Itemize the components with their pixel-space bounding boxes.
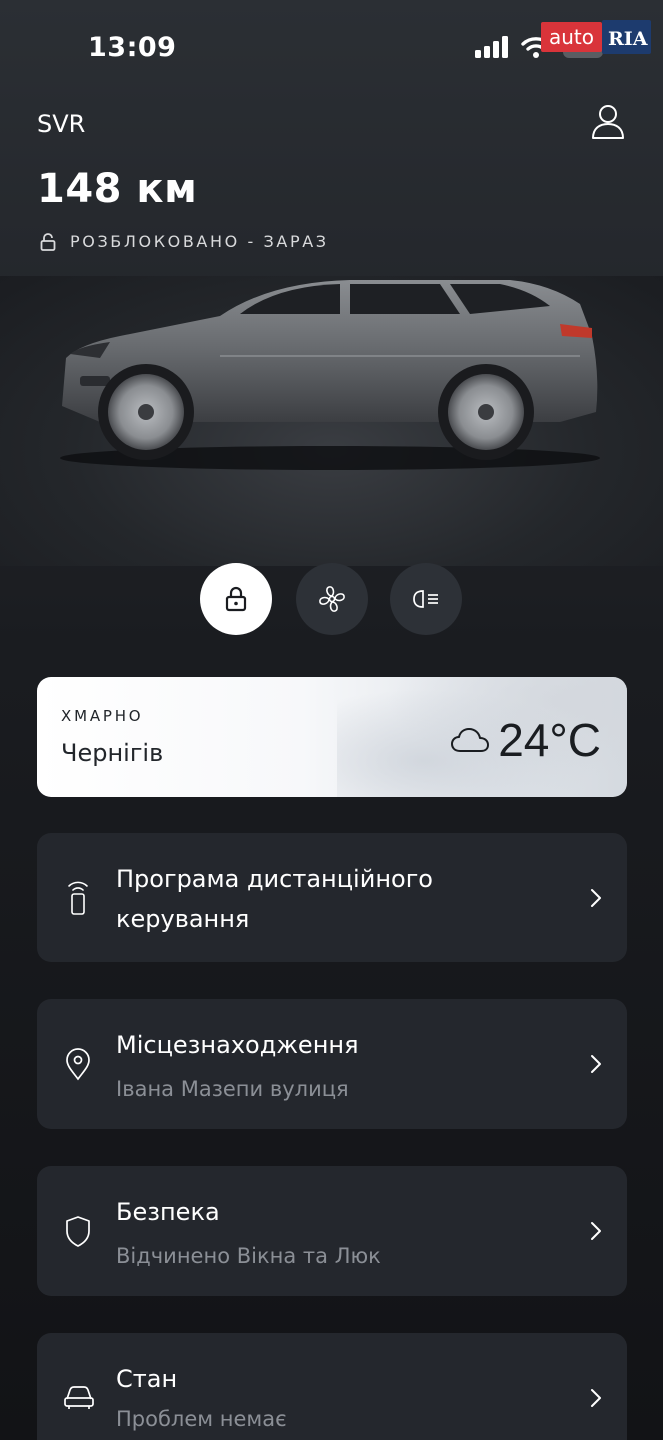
signal-icon bbox=[475, 36, 508, 58]
menu-item-title-line2: керування bbox=[116, 905, 250, 933]
watermark-auto: auto bbox=[541, 22, 603, 52]
location-pin-icon bbox=[66, 1048, 90, 1081]
range-value: 148 км bbox=[37, 166, 198, 212]
user-icon bbox=[592, 105, 624, 139]
menu-item-remote-program[interactable]: Програма дистанційного керування bbox=[37, 833, 627, 962]
menu-item-location[interactable]: Місцезнаходження Івана Мазепи вулиця bbox=[37, 999, 627, 1129]
weather-temperature: 24°C bbox=[498, 714, 601, 766]
weather-temperature-group: 24°C bbox=[450, 713, 601, 767]
status-time: 13:09 bbox=[88, 32, 177, 63]
autoria-watermark: auto RIA bbox=[541, 18, 657, 56]
weather-city: Чернігів bbox=[61, 739, 164, 767]
remote-icon bbox=[68, 881, 88, 915]
chevron-right-icon bbox=[591, 1055, 601, 1073]
menu-item-title: Місцезнаходження bbox=[116, 1031, 359, 1059]
lights-button[interactable] bbox=[390, 563, 462, 635]
chevron-right-icon bbox=[591, 1389, 601, 1407]
chevron-right-icon bbox=[591, 889, 601, 907]
chevron-right-icon bbox=[591, 1222, 601, 1240]
status-bar: 13:09 72 auto RIA bbox=[0, 0, 663, 96]
vehicle-name: SVR bbox=[37, 110, 86, 138]
menu-item-title: Стан bbox=[116, 1365, 178, 1393]
menu-item-subtitle: Івана Мазепи вулиця bbox=[116, 1077, 349, 1101]
menu-item-security[interactable]: Безпека Відчинено Вікна та Люк bbox=[37, 1166, 627, 1296]
climate-button[interactable] bbox=[296, 563, 368, 635]
car-image bbox=[60, 280, 600, 470]
menu-item-subtitle: Проблем немає bbox=[116, 1407, 287, 1431]
menu-item-subtitle: Відчинено Вікна та Люк bbox=[116, 1244, 381, 1268]
lock-status: РОЗБЛОКОВАНО - ЗАРАЗ bbox=[40, 232, 329, 251]
lock-status-text: РОЗБЛОКОВАНО - ЗАРАЗ bbox=[70, 232, 329, 251]
menu-item-status[interactable]: Стан Проблем немає bbox=[37, 1333, 627, 1440]
profile-button[interactable] bbox=[591, 104, 625, 140]
headlight-icon bbox=[413, 590, 438, 608]
car-image-area bbox=[0, 276, 663, 566]
weather-card[interactable]: ХМАРНО Чернігів 24°C bbox=[37, 677, 627, 797]
menu-item-title: Безпека bbox=[116, 1198, 220, 1226]
cloud-icon bbox=[451, 728, 490, 752]
menu-item-title: Програма дистанційного bbox=[116, 865, 433, 893]
weather-condition: ХМАРНО bbox=[61, 707, 144, 725]
fan-icon bbox=[319, 586, 345, 612]
watermark-ria: RIA bbox=[602, 20, 652, 54]
padlock-icon bbox=[40, 232, 56, 251]
shield-icon bbox=[66, 1216, 90, 1247]
lock-toggle-button[interactable] bbox=[200, 563, 272, 635]
vehicle-header: SVR 148 км РОЗБЛОКОВАНО - ЗАРАЗ bbox=[0, 96, 663, 276]
lock-icon bbox=[225, 586, 247, 612]
car-icon bbox=[64, 1386, 94, 1409]
quick-controls bbox=[0, 563, 663, 635]
